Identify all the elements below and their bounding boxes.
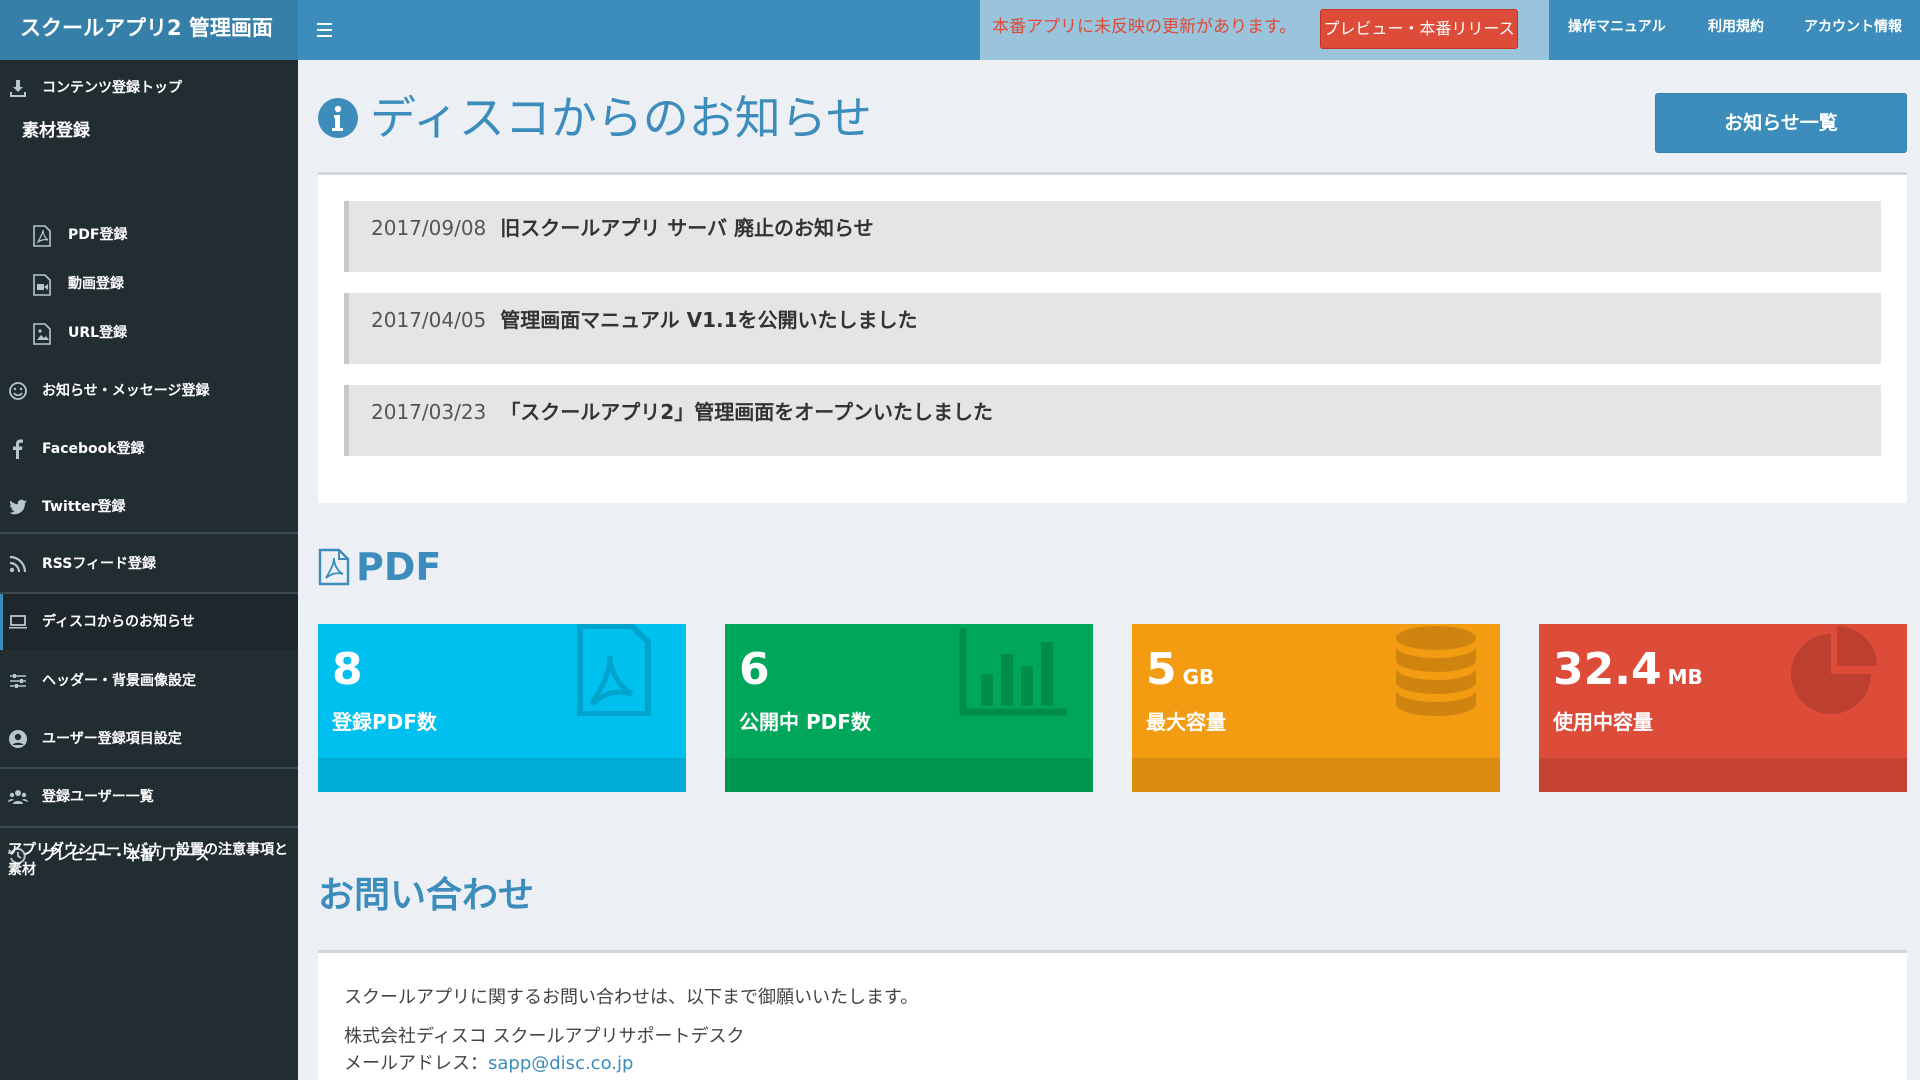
unreleased-notice: 本番アプリに未反映の更新があります。 プレビュー・本番リリース [980,0,1549,60]
sidebar-item-label: Twitter登録 [42,499,126,515]
bar-chart-icon [959,628,1067,716]
facebook-icon [13,439,23,459]
pdf-section-title-text: PDF [356,545,442,589]
stat-footer [1539,758,1907,792]
news-item[interactable]: 2017/09/08 旧スクールアプリ サーバ 廃止のお知らせ [344,201,1881,272]
sidebar-item-video[interactable]: 動画登録 [0,264,298,304]
page-title-text: ディスコからのお知らせ [370,91,872,145]
menu-toggle-icon[interactable] [312,15,342,45]
stat-footer [318,758,686,792]
news-date: 2017/04/05 [371,308,487,332]
news-date: 2017/03/23 [371,400,487,424]
stat-label: 登録PDF数 [332,710,437,734]
contact-intro: スクールアプリに関するお問い合わせは、以下まで御願いいたします。 [344,987,919,1008]
sidebar-divider [0,826,298,828]
contact-email-row: メールアドレス：sapp@disc.co.jp [344,1049,633,1075]
user-circle-icon [9,730,27,748]
sidebar-item-content-top[interactable]: コンテンツ登録トップ [0,65,298,111]
pdf-file-icon [577,624,651,716]
sidebar-divider [0,532,298,534]
sidebar-item-pdf[interactable]: PDF登録 [0,215,298,255]
laptop-icon [9,615,27,629]
news-item[interactable]: 2017/04/05 管理画面マニュアル V1.1を公開いたしました [344,293,1881,364]
stat-footer [1132,758,1500,792]
contact-section-title: お問い合わせ [318,875,535,916]
image-file-icon [33,323,51,345]
contact-email-label: メールアドレス： [344,1053,488,1074]
stat-box-pdf-count[interactable]: 8 登録PDF数 [318,624,686,792]
sidebar-item-label: 動画登録 [68,276,124,292]
app-logo[interactable]: スクールアプリ2 管理画面 [0,0,298,60]
sidebar-item-label: ディスコからのお知らせ [42,614,195,630]
news-date: 2017/09/08 [371,216,487,240]
rss-icon [9,555,27,573]
material-section-header: 素材登録 [22,121,90,141]
sidebar-divider [0,767,298,769]
database-icon [1396,626,1476,716]
contact-email-link[interactable]: sapp@disc.co.jp [488,1053,633,1074]
sidebar-item-users[interactable]: 登録ユーザー一覧 [0,774,298,820]
info-icon [318,98,358,138]
news-list-button[interactable]: お知らせ一覧 [1655,93,1907,153]
stat-label: 最大容量 [1146,710,1226,734]
sidebar-item-header-bg[interactable]: ヘッダー・背景画像設定 [0,658,298,704]
pdf-file-icon [318,548,350,586]
stat-box-public-pdf[interactable]: 6 公開中 PDF数 [725,624,1093,792]
twitter-icon [9,499,27,515]
sidebar-item-label: Facebook登録 [42,441,145,457]
nav-account-link[interactable]: アカウント情報 [1804,0,1902,60]
top-header: スクールアプリ2 管理画面 本番アプリに未反映の更新があります。 プレビュー・本… [0,0,1920,60]
sidebar-item-disco-news[interactable]: ディスコからのお知らせ [0,594,298,650]
news-title: 「スクールアプリ2」管理画面をオープンいたしました [500,400,993,424]
stat-label: 使用中容量 [1553,710,1653,734]
sidebar-item-banner-note[interactable]: アプリダウンロードバナー設置の注意事項と素材 [8,840,290,880]
stat-value: 8 [332,644,363,695]
stat-value: 6 [739,644,770,695]
sidebar: コンテンツ登録トップ 素材登録 PDF登録 動画登録 URL登録 お知らせ・メッ… [0,60,298,1080]
sidebar-item-label: ユーザー登録項目設定 [42,731,182,747]
sidebar-item-facebook[interactable]: Facebook登録 [0,426,298,472]
sidebar-item-label: RSSフィード登録 [42,556,157,572]
sidebar-item-label: PDF登録 [68,227,128,243]
sidebar-item-twitter[interactable]: Twitter登録 [0,484,298,530]
news-box: 2017/09/08 旧スクールアプリ サーバ 廃止のお知らせ 2017/04/0… [318,172,1907,503]
sliders-icon [10,674,26,688]
video-file-icon [33,274,51,296]
stat-value: 5 GB [1146,644,1215,695]
nav-manual-link[interactable]: 操作マニュアル [1568,0,1666,60]
download-icon [10,80,26,97]
news-title: 管理画面マニュアル V1.1を公開いたしました [500,308,918,332]
sidebar-item-label: コンテンツ登録トップ [42,80,182,96]
sidebar-item-user-fields[interactable]: ユーザー登録項目設定 [0,716,298,762]
preview-release-button[interactable]: プレビュー・本番リリース [1320,9,1518,49]
sidebar-item-label: URL登録 [68,325,128,341]
sidebar-item-label: お知らせ・メッセージ登録 [42,383,210,399]
news-item[interactable]: 2017/03/23 「スクールアプリ2」管理画面をオープンいたしました [344,385,1881,456]
sidebar-item-url[interactable]: URL登録 [0,313,298,353]
smile-icon [9,382,27,400]
sidebar-item-news-message[interactable]: お知らせ・メッセージ登録 [0,368,298,414]
stat-footer [725,758,1093,792]
contact-box: スクールアプリに関するお問い合わせは、以下まで御願いいたします。 株式会社ディス… [318,950,1907,1080]
sidebar-item-rss[interactable]: RSSフィード登録 [0,541,298,587]
stat-value: 32.4 MB [1553,644,1703,695]
stat-label: 公開中 PDF数 [739,710,871,734]
news-title: 旧スクールアプリ サーバ 廃止のお知らせ [500,216,874,240]
sidebar-item-label: ヘッダー・背景画像設定 [42,673,196,689]
unreleased-notice-text: 本番アプリに未反映の更新があります。 [992,17,1297,37]
stat-box-max-capacity[interactable]: 5 GB 最大容量 [1132,624,1500,792]
users-icon [8,790,28,804]
nav-terms-link[interactable]: 利用規約 [1708,0,1764,60]
pie-chart-icon [1791,626,1877,714]
contact-company: 株式会社ディスコ スクールアプリサポートデスク [344,1026,745,1047]
sidebar-item-label: 登録ユーザー一覧 [42,789,154,805]
pdf-file-icon [33,225,51,247]
stat-box-used-capacity[interactable]: 32.4 MB 使用中容量 [1539,624,1907,792]
